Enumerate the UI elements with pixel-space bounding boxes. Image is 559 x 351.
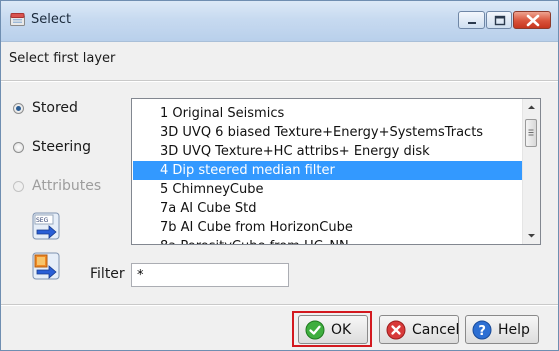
list-item[interactable]: 5 ChimneyCube — [133, 180, 523, 199]
layer-list-items: 1 Original Seismics 3D UVQ 6 biased Textu… — [133, 104, 523, 244]
radio-steering-indicator[interactable] — [13, 141, 24, 153]
svg-text:SEG: SEG — [36, 217, 49, 224]
help-button-label: Help — [498, 321, 530, 338]
list-item[interactable]: 4 Dip steered median filter — [133, 161, 523, 180]
maximize-button[interactable] — [486, 11, 512, 29]
radio-steering-label: Steering — [32, 139, 92, 155]
radio-stored-label: Stored — [32, 100, 78, 116]
help-icon: ? — [472, 320, 492, 339]
window-title: Select — [31, 12, 72, 27]
select-dialog: Select Select first layer Stored Steerin… — [0, 0, 559, 351]
radio-attributes: Attributes — [13, 178, 101, 194]
cancel-button-label: Cancel — [412, 321, 460, 338]
filter-input[interactable] — [131, 263, 289, 287]
close-icon — [526, 14, 540, 27]
help-button[interactable]: ? Help — [465, 315, 539, 344]
import-cube-icon[interactable] — [32, 252, 60, 280]
filter-label: Filter — [90, 266, 125, 282]
cancel-button[interactable]: Cancel — [379, 315, 459, 344]
close-button[interactable] — [513, 11, 551, 29]
radio-stored-indicator[interactable] — [13, 102, 24, 114]
scroll-thumb[interactable] — [525, 119, 537, 147]
ok-button[interactable]: OK — [298, 315, 368, 344]
scroll-up-icon[interactable] — [523, 99, 540, 116]
dialog-heading: Select first layer — [9, 51, 116, 66]
ok-button-label: OK — [331, 321, 352, 338]
list-item[interactable]: 3D UVQ 6 biased Texture+Energy+SystemsTr… — [133, 123, 523, 142]
list-scrollbar[interactable] — [522, 99, 540, 244]
list-item[interactable]: 7b AI Cube from HorizonCube — [133, 218, 523, 237]
radio-attributes-indicator — [13, 180, 24, 192]
list-item[interactable]: 1 Original Seismics — [133, 104, 523, 123]
list-item[interactable]: 7a AI Cube Std — [133, 199, 523, 218]
radio-steering[interactable]: Steering — [13, 139, 91, 155]
scroll-down-icon[interactable] — [523, 227, 540, 244]
cancel-icon — [386, 320, 406, 339]
list-item[interactable]: 3D UVQ Texture+HC attribs+ Energy disk — [133, 142, 523, 161]
minimize-icon — [468, 22, 476, 24]
radio-stored[interactable]: Stored — [13, 100, 78, 116]
check-icon — [305, 320, 325, 339]
list-item[interactable]: 8a PorosityCube from HC_NN — [133, 237, 523, 244]
app-icon — [10, 13, 25, 26]
radio-attributes-label: Attributes — [32, 178, 102, 194]
bottom-divider — [1, 304, 558, 306]
grip-icon — [528, 129, 534, 136]
maximize-icon — [494, 15, 506, 26]
layer-list[interactable]: 1 Original Seismics 3D UVQ 6 biased Textu… — [131, 98, 541, 245]
minimize-button[interactable] — [458, 11, 485, 29]
top-divider — [1, 80, 558, 82]
svg-text:?: ? — [478, 324, 486, 339]
seg-y-import-icon[interactable]: SEG — [32, 212, 60, 240]
title-bar[interactable]: Select — [1, 1, 558, 42]
